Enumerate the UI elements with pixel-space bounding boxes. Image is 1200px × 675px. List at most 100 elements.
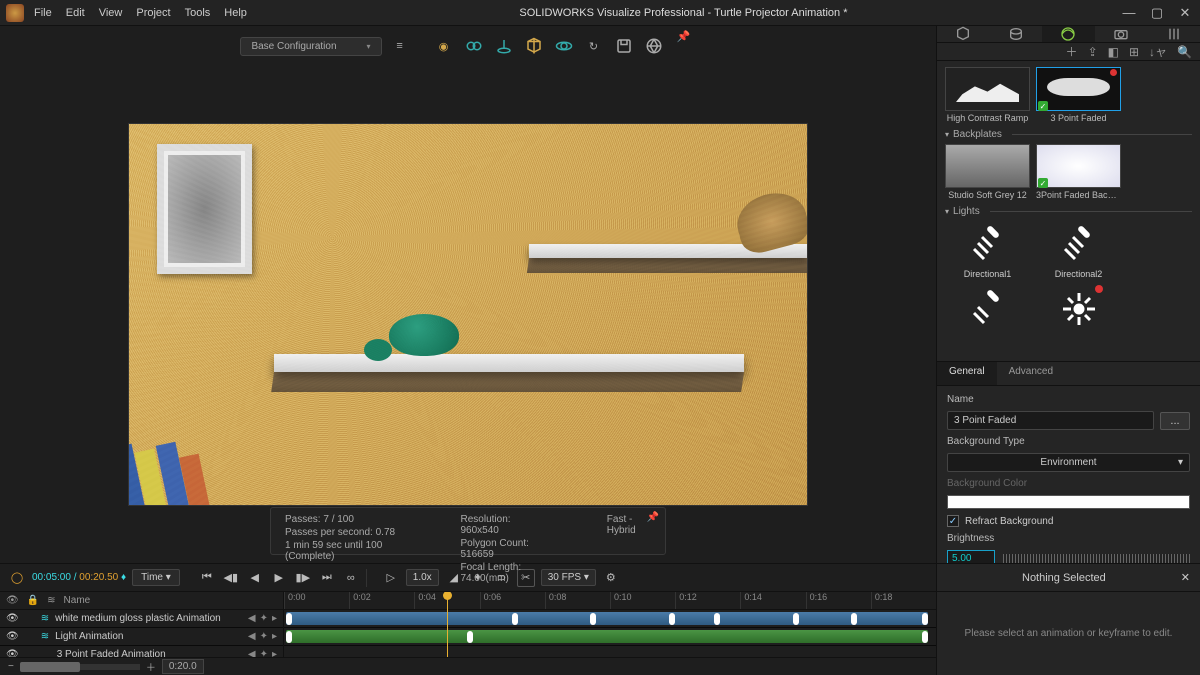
motion-icon[interactable]: ≋ bbox=[41, 613, 49, 624]
eye-icon[interactable]: 👁 bbox=[6, 613, 19, 624]
zoom-out-icon[interactable]: − bbox=[8, 661, 14, 672]
time-mode-dropdown[interactable]: Time ▾ bbox=[132, 569, 180, 586]
refresh-icon[interactable]: ↻ bbox=[582, 34, 606, 58]
menu-tools[interactable]: Tools bbox=[185, 7, 211, 19]
sort-icon[interactable]: ↓ャ bbox=[1149, 43, 1167, 60]
maximize-icon[interactable]: ▢ bbox=[1148, 5, 1166, 21]
zoom-slider[interactable] bbox=[20, 664, 140, 670]
tab-general[interactable]: General bbox=[937, 362, 997, 385]
keyframe[interactable] bbox=[714, 613, 720, 625]
search-icon[interactable]: 🔍 bbox=[1177, 45, 1192, 59]
col-motion-icon[interactable]: ≋ bbox=[47, 595, 55, 606]
save-view-icon[interactable] bbox=[612, 34, 636, 58]
close-panel-icon[interactable]: ✕ bbox=[1181, 571, 1190, 584]
refract-checkbox[interactable]: ✓ bbox=[947, 515, 959, 527]
bgtype-dropdown[interactable]: Environment▾ bbox=[947, 453, 1190, 472]
brightness-slider[interactable] bbox=[1003, 554, 1190, 564]
mute-icon[interactable]: ◀ bbox=[248, 613, 256, 624]
browse-button[interactable]: ... bbox=[1160, 412, 1190, 430]
keyframe[interactable] bbox=[286, 631, 292, 643]
col-lock-icon[interactable]: 🔒 bbox=[27, 595, 39, 606]
play-back-icon[interactable]: ◀ bbox=[246, 569, 264, 587]
loop-icon[interactable]: ∞ bbox=[342, 569, 360, 587]
prev-key-icon[interactable]: ◀▮ bbox=[222, 569, 240, 587]
env-thumb-3-point-faded[interactable]: ✓ 3 Point Faded bbox=[1036, 67, 1121, 123]
clip-bar[interactable] bbox=[286, 612, 928, 625]
tab-models-icon[interactable] bbox=[937, 26, 990, 42]
play-icon[interactable]: ▶ bbox=[270, 569, 288, 587]
pin-icon[interactable]: 📌 bbox=[672, 24, 696, 48]
brightness-input[interactable] bbox=[947, 550, 995, 563]
menu-edit[interactable]: Edit bbox=[66, 7, 85, 19]
tab-advanced[interactable]: Advanced bbox=[997, 362, 1065, 385]
key-icon[interactable]: ✦ bbox=[260, 649, 268, 657]
cursor-icon[interactable]: ▷ bbox=[382, 569, 400, 587]
keyframe[interactable] bbox=[793, 613, 799, 625]
keyframe[interactable] bbox=[851, 613, 857, 625]
keyframe[interactable] bbox=[922, 631, 928, 643]
keyframe[interactable] bbox=[922, 613, 928, 625]
light-point[interactable] bbox=[1036, 285, 1121, 333]
keyframe[interactable] bbox=[467, 631, 473, 643]
status-pin-icon[interactable]: 📌 bbox=[647, 512, 659, 523]
keyframe[interactable] bbox=[286, 613, 292, 625]
next-key-icon[interactable]: ▮▶ bbox=[294, 569, 312, 587]
env-thumb-high-contrast[interactable]: High Contrast Ramp bbox=[945, 67, 1030, 123]
section-lights[interactable]: Lights bbox=[945, 206, 1192, 217]
key-icon[interactable]: ✦ bbox=[260, 631, 268, 642]
turntable-icon[interactable] bbox=[492, 34, 516, 58]
speed-dropdown[interactable]: 1.0x bbox=[406, 569, 439, 586]
keyframe[interactable] bbox=[669, 613, 675, 625]
backplate-thumb-3point[interactable]: ✓ 3Point Faded Backplate bbox=[1036, 144, 1121, 200]
timeline-lanes[interactable]: 0:000:020:040:060:080:100:120:140:160:18 bbox=[284, 592, 936, 657]
settings-icon[interactable]: ⚙ bbox=[602, 569, 620, 587]
light-directional2[interactable]: Directional2 bbox=[1036, 221, 1121, 279]
close-icon[interactable]: ✕ bbox=[1176, 5, 1194, 21]
fps-dropdown[interactable]: 30 FPS ▾ bbox=[541, 569, 596, 586]
go-end-icon[interactable]: ⏭ bbox=[318, 569, 336, 587]
keyframe[interactable] bbox=[590, 613, 596, 625]
clip-bar[interactable] bbox=[286, 630, 928, 643]
tab-appearances-icon[interactable] bbox=[990, 26, 1043, 42]
name-input[interactable] bbox=[947, 411, 1154, 430]
import-icon[interactable]: ⇪ bbox=[1088, 45, 1098, 59]
render-preview[interactable] bbox=[128, 123, 808, 506]
expand-icon[interactable]: ▸ bbox=[272, 613, 277, 624]
aperture-icon[interactable] bbox=[642, 34, 666, 58]
expand-icon[interactable]: ▸ bbox=[272, 649, 277, 657]
playhead[interactable] bbox=[447, 592, 448, 657]
eye-icon[interactable]: 👁 bbox=[6, 649, 19, 657]
split-view-icon[interactable] bbox=[462, 34, 486, 58]
layout-icon[interactable]: ◧ bbox=[1108, 45, 1119, 59]
menu-view[interactable]: View bbox=[99, 7, 123, 19]
add-icon[interactable]: ＋ bbox=[1066, 43, 1078, 60]
track-row[interactable]: 👁 3 Point Faded Animation ◀✦▸ bbox=[0, 646, 283, 657]
menu-help[interactable]: Help bbox=[224, 7, 247, 19]
mute-icon[interactable]: ◀ bbox=[248, 631, 256, 642]
track-row[interactable]: 👁 ≋ Light Animation ◀✦▸ bbox=[0, 628, 283, 646]
key-icon[interactable]: ✦ bbox=[260, 613, 268, 624]
minimize-icon[interactable]: — bbox=[1120, 5, 1138, 21]
menu-project[interactable]: Project bbox=[136, 7, 170, 19]
list-icon[interactable]: ≡ bbox=[388, 34, 412, 58]
tab-libraries-icon[interactable] bbox=[1147, 26, 1200, 42]
zoom-in-icon[interactable]: ＋ bbox=[146, 659, 156, 674]
configuration-dropdown[interactable]: Base Configuration bbox=[240, 37, 381, 56]
keyframe[interactable] bbox=[512, 613, 518, 625]
section-backplates[interactable]: Backplates bbox=[945, 129, 1192, 140]
eye-icon[interactable]: 👁 bbox=[6, 631, 19, 642]
go-start-icon[interactable]: ⏮ bbox=[198, 569, 216, 587]
mute-icon[interactable]: ◀ bbox=[248, 649, 256, 657]
backplate-thumb-studio-grey[interactable]: Studio Soft Grey 12 bbox=[945, 144, 1030, 200]
tab-cameras-icon[interactable] bbox=[1095, 26, 1148, 42]
light-directional1[interactable]: Directional1 bbox=[945, 221, 1030, 279]
camera-orbit-icon[interactable] bbox=[552, 34, 576, 58]
light-directional3[interactable] bbox=[945, 285, 1030, 333]
tab-scenes-icon[interactable] bbox=[1042, 26, 1095, 42]
time-ruler[interactable]: 0:000:020:040:060:080:100:120:140:160:18 bbox=[284, 592, 936, 610]
track-row[interactable]: 👁 ≋ white medium gloss plastic Animation… bbox=[0, 610, 283, 628]
motion-icon[interactable]: ≋ bbox=[41, 631, 49, 642]
auto-key-icon[interactable]: ◯ bbox=[8, 569, 26, 587]
col-eye-icon[interactable]: 👁 bbox=[6, 595, 19, 606]
expand-icon[interactable]: ▸ bbox=[272, 631, 277, 642]
